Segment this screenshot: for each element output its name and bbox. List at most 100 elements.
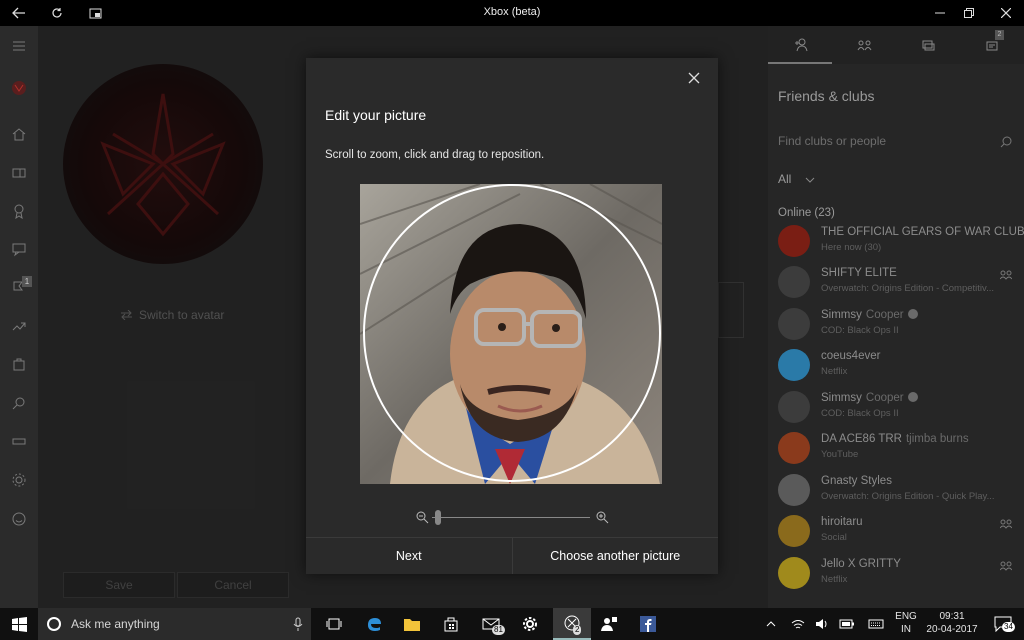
xbox-count-badge: 2 (573, 625, 582, 635)
gamerpic-icon[interactable] (0, 73, 38, 103)
system-clock[interactable]: 09:31 20-04-2017 (921, 610, 983, 636)
zoom-slider-track[interactable] (432, 517, 590, 518)
friend-avatar (778, 308, 810, 340)
friend-status: YouTube (821, 449, 859, 460)
close-dialog-icon[interactable] (686, 70, 702, 86)
windows-logo-icon (11, 616, 27, 632)
friends-clubs-panel: 2 Friends & clubs Find clubs or people A… (768, 26, 1024, 608)
friend-avatar (778, 266, 810, 298)
taskbar-store[interactable] (432, 608, 470, 640)
store-icon[interactable] (0, 349, 38, 379)
start-button[interactable] (0, 608, 38, 640)
home-icon[interactable] (0, 119, 38, 149)
battery-icon[interactable] (838, 608, 856, 640)
friend-name: Simmsy (821, 392, 862, 404)
friend-real-name: tjimba burns (905, 433, 969, 445)
taskbar-settings[interactable] (511, 608, 549, 640)
friend-row[interactable]: coeus4ever Netflix (778, 346, 1024, 384)
friend-row[interactable]: Gnasty Styles Overwatch: Origins Edition… (778, 471, 1024, 509)
facebook-icon (640, 616, 656, 632)
crop-circle-guide (363, 184, 661, 482)
trending-icon[interactable] (0, 311, 38, 341)
close-icon[interactable] (983, 0, 1024, 26)
panel-title: Friends & clubs (778, 88, 875, 104)
search-placeholder: Find clubs or people (778, 134, 887, 148)
taskbar-file-explorer[interactable] (393, 608, 431, 640)
taskbar-people[interactable] (590, 608, 628, 640)
friend-row[interactable]: Jello X GRITTY Netflix (778, 554, 1024, 592)
friend-status: Overwatch: Origins Edition - Competitiv.… (821, 283, 994, 294)
friend-name: Simmsy (821, 309, 862, 321)
microphone-icon[interactable] (293, 617, 303, 631)
task-view-button[interactable] (315, 608, 353, 640)
settings-icon[interactable] (0, 465, 38, 495)
hamburger-menu-icon[interactable] (0, 31, 38, 61)
volume-icon[interactable] (813, 608, 831, 640)
friend-row[interactable]: DA ACE86 TRR tjimba burns YouTube (778, 429, 1024, 467)
chevron-down-icon (805, 177, 815, 183)
show-hidden-icons-icon[interactable] (762, 608, 780, 640)
clock-time: 09:31 (939, 611, 965, 622)
friend-name: coeus4ever (821, 350, 881, 362)
taskbar-mail[interactable]: 81 (472, 608, 510, 640)
find-clubs-search[interactable]: Find clubs or people (778, 134, 1014, 152)
folder-icon (404, 619, 420, 631)
friend-row[interactable]: Simmsy Cooper COD: Black Ops II (778, 305, 1024, 343)
zoom-out-icon[interactable] (416, 511, 429, 524)
dialog-hint: Scroll to zoom, click and drag to reposi… (325, 149, 545, 161)
choose-another-picture-button[interactable]: Choose another picture (511, 538, 719, 574)
friend-status: Netflix (821, 366, 848, 377)
search-icon[interactable] (0, 388, 38, 418)
connection-icon[interactable] (0, 426, 38, 456)
tab-notifications[interactable] (960, 26, 1024, 64)
friend-row[interactable]: hiroitaru Social (778, 512, 1024, 550)
party-member-icon (1000, 270, 1012, 280)
feedback-icon[interactable] (0, 504, 38, 534)
friend-avatar (778, 391, 810, 423)
friend-status: Social (821, 532, 847, 543)
friend-name: THE OFFICIAL GEARS OF WAR CLUB (821, 226, 1024, 238)
taskbar-edge[interactable] (355, 608, 393, 640)
friend-status: Overwatch: Origins Edition - Quick Play.… (821, 491, 995, 502)
wifi-icon[interactable] (789, 608, 807, 640)
photo-crop-area[interactable] (360, 184, 662, 484)
messages-icon[interactable] (0, 234, 38, 264)
search-icon[interactable] (1000, 136, 1012, 148)
edge-browser-icon (368, 618, 381, 631)
party-member-icon (1000, 561, 1012, 571)
tab-friends[interactable] (768, 26, 832, 64)
dialog-actions: Next Choose another picture (306, 537, 718, 574)
zoom-slider-thumb[interactable] (435, 510, 442, 525)
zoom-in-icon[interactable] (596, 511, 609, 524)
friend-status: COD: Black Ops II (821, 408, 899, 419)
my-games-icon[interactable] (0, 158, 38, 188)
edit-picture-dialog: Edit your picture Scroll to zoom, click … (306, 58, 718, 574)
achievements-icon[interactable] (0, 196, 38, 226)
friend-row[interactable]: THE OFFICIAL GEARS OF WAR CLUB Here now … (778, 222, 1024, 260)
activity-alerts-icon[interactable]: 1 (0, 272, 38, 302)
friend-avatar (778, 349, 810, 381)
friend-row[interactable]: Simmsy Cooper COD: Black Ops II (778, 388, 1024, 426)
friends-filter-dropdown[interactable]: All (778, 172, 815, 186)
notifications-badge: 2 (995, 30, 1004, 40)
input-language[interactable]: ENG IN (892, 610, 920, 636)
store-icon (444, 617, 458, 632)
keyboard-icon[interactable] (866, 608, 886, 640)
action-center-button[interactable]: 34 (988, 608, 1018, 640)
tab-messages[interactable] (896, 26, 960, 64)
tab-party[interactable] (832, 26, 896, 64)
friend-avatar (778, 225, 810, 257)
taskbar-facebook[interactable] (629, 608, 667, 640)
friend-row[interactable]: SHIFTY ELITE Overwatch: Origins Edition … (778, 263, 1024, 301)
favorite-icon (907, 309, 918, 319)
mail-count-badge: 81 (492, 625, 505, 635)
friend-name-line: Simmsy Cooper (821, 392, 918, 404)
friend-avatar (778, 515, 810, 547)
messages-icon (922, 40, 934, 50)
next-button[interactable]: Next (306, 538, 512, 574)
alerts-badge: 1 (22, 276, 32, 287)
cortana-search-box[interactable]: Ask me anything (38, 608, 311, 640)
taskbar-xbox[interactable]: 2 (553, 608, 591, 640)
filter-label: All (778, 172, 792, 186)
friend-status: Netflix (821, 574, 848, 585)
